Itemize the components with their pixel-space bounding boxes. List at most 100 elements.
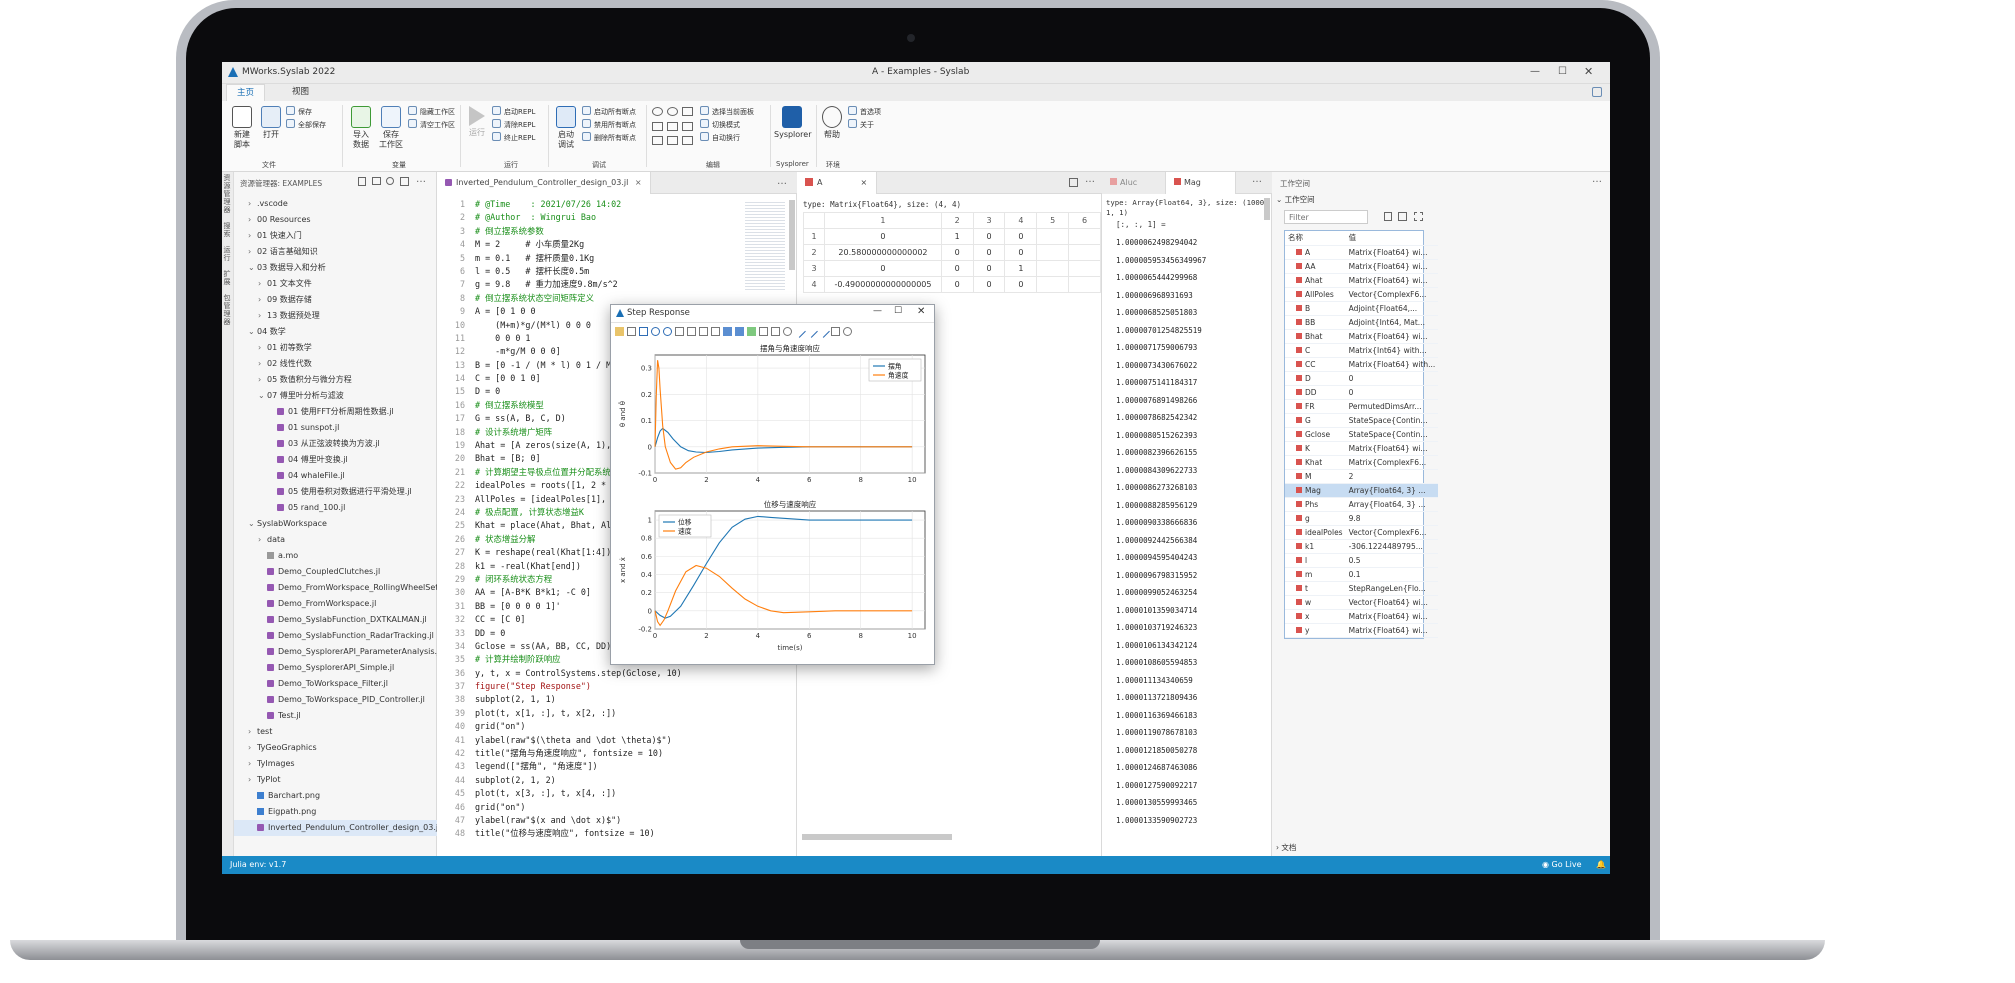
code-line[interactable]: 47 ylabel(raw"$(x and \dot x)$") [437, 814, 737, 827]
matrix-cell[interactable]: 0 [972, 228, 1006, 245]
clear-workspace-item[interactable]: 清空工作区 [408, 119, 455, 131]
chevron-icon[interactable]: › [248, 244, 257, 260]
code-line[interactable]: 42 title("摆角与角速度响应", fontsize = 10) [437, 747, 737, 760]
chevron-icon[interactable]: ⌄ [248, 260, 257, 276]
matrix-cell[interactable]: 1 [940, 228, 974, 245]
notification-icon[interactable]: 🔔 [1596, 856, 1606, 874]
explorer-item[interactable]: › data [234, 532, 437, 548]
insert-line-icon[interactable] [793, 325, 806, 338]
explorer-item[interactable]: Demo_SyslabFunction_RadarTracking.jl [234, 628, 437, 644]
explorer-item[interactable]: › 01 文本文件 [234, 276, 437, 292]
import-data-button[interactable]: 导入 数据 [348, 106, 374, 150]
matrix-cell[interactable]: 20.580000000000002 [824, 244, 942, 261]
matrix-cell[interactable] [1068, 228, 1101, 245]
split-editor-icon[interactable] [1069, 178, 1078, 187]
workspace-row[interactable]: idealPoles Vector{ComplexF6... [1285, 525, 1439, 540]
chevron-icon[interactable]: › [248, 724, 257, 740]
select-icon[interactable] [831, 327, 840, 336]
explorer-item[interactable]: › .vscode [234, 196, 437, 212]
new-file-icon[interactable] [358, 177, 366, 186]
chevron-icon[interactable]: › [258, 372, 267, 388]
workspace-row[interactable]: A Matrix{Float64} wi... [1285, 245, 1439, 260]
chevron-icon[interactable]: › [248, 772, 257, 788]
format-icon[interactable] [682, 136, 693, 146]
grid-toggle-icon[interactable] [723, 327, 732, 336]
chevron-icon[interactable]: › [248, 212, 257, 228]
workspace-row[interactable]: G StateSpace{Contin... [1285, 413, 1439, 428]
find-icon[interactable] [652, 136, 663, 146]
matrix-cell[interactable]: 0 [824, 228, 942, 245]
explorer-item[interactable]: Demo_FromWorkspace.jl [234, 596, 437, 612]
explorer-item[interactable]: ⌄ 07 傅里叶分析与滤波 [234, 388, 437, 404]
explorer-item[interactable]: 03 从正弦波转换为方波.jl [234, 436, 437, 452]
open-button[interactable]: 打开 [258, 106, 284, 140]
code-line[interactable]: 7 g = 9.8 # 重力加速度9.8m/s^2 [437, 278, 737, 291]
explorer-item[interactable]: › 01 初等数学 [234, 340, 437, 356]
matrix-cell[interactable]: 0 [972, 244, 1006, 261]
explorer-item[interactable]: 05 使用卷积对数据进行平滑处理.jl [234, 484, 437, 500]
code-line[interactable]: 37 figure("Step Response") [437, 680, 737, 693]
figure-close-icon[interactable]: ✕ [917, 306, 925, 317]
column-header[interactable]: 6 [1068, 212, 1101, 229]
workspace-row[interactable]: g 9.8 [1285, 511, 1439, 526]
explorer-item[interactable]: › 09 数据存储 [234, 292, 437, 308]
activity-explorer[interactable]: 资源管理器 [222, 174, 232, 214]
column-header[interactable]: 5 [1036, 212, 1070, 229]
insert-ellipse-icon[interactable] [783, 327, 792, 336]
code-line[interactable]: 41 ylabel(raw"$(\theta and \dot \theta)$"… [437, 734, 737, 747]
disable-breakpoints-item[interactable]: 禁用所有断点 [582, 119, 636, 131]
matrix-cell[interactable] [1068, 276, 1101, 293]
explorer-item[interactable]: › TyGeoGraphics [234, 740, 437, 756]
close-icon[interactable]: ✕ [1584, 65, 1593, 78]
forward-icon[interactable] [687, 327, 696, 336]
explorer-item[interactable]: Barchart.png [234, 788, 437, 804]
matrix-cell[interactable]: 0 [972, 260, 1006, 277]
chevron-icon[interactable]: › [248, 196, 257, 212]
chevron-icon[interactable]: › [258, 276, 267, 292]
insert-arrow-icon[interactable] [805, 325, 818, 338]
code-line[interactable]: 40 grid("on") [437, 720, 737, 733]
matrix-cell[interactable] [1036, 228, 1070, 245]
bookmark-icon[interactable] [682, 107, 693, 116]
go-live-button[interactable]: ◉ Go Live [1542, 856, 1582, 874]
redo-icon[interactable] [667, 107, 678, 116]
chevron-icon[interactable]: › [248, 228, 257, 244]
code-line[interactable]: 5 m = 0.1 # 摆杆质量0.1Kg [437, 252, 737, 265]
julia-env-status[interactable]: Julia env: v1.7 [230, 856, 286, 874]
brush-icon[interactable] [711, 327, 720, 336]
explorer-item[interactable]: Eigpath.png [234, 804, 437, 820]
chevron-icon[interactable]: › [258, 292, 267, 308]
matrix-cell[interactable] [1036, 276, 1070, 293]
matrix-cell[interactable]: 0 [940, 276, 974, 293]
tab-aluc[interactable]: Aluc [1102, 172, 1166, 194]
explorer-item[interactable]: Demo_SysplorerAPI_ParameterAnalysis.jl [234, 644, 437, 660]
matrix-cell[interactable]: 0 [1004, 276, 1038, 293]
explorer-item[interactable]: › 00 Resources [234, 212, 437, 228]
matrix-cell[interactable] [1036, 244, 1070, 261]
indent-icon[interactable] [682, 121, 693, 131]
code-line[interactable]: 44 subplot(2, 1, 2) [437, 774, 737, 787]
sysplorer-button[interactable]: Sysplorer [774, 106, 812, 140]
editor-more-icon[interactable]: … [777, 176, 787, 187]
about-item[interactable]: 关于 [848, 119, 874, 131]
back-icon[interactable] [675, 327, 684, 336]
workspace-row[interactable]: w Vector{Float64} wi... [1285, 595, 1439, 610]
viewer-tab-a[interactable]: A × [797, 172, 877, 194]
viewer-more-icon[interactable]: … [1085, 174, 1095, 185]
explorer-item[interactable]: 04 whaleFile.jl [234, 468, 437, 484]
workspace-row[interactable]: Khat Matrix{ComplexF6... [1285, 455, 1439, 470]
save-workspace-button[interactable]: 保存 工作区 [378, 106, 404, 150]
stop-repl-item[interactable]: 终止REPL [492, 132, 535, 144]
new-script-button[interactable]: 新建 脚本 [228, 106, 256, 150]
matrix-cell[interactable]: 0 [824, 260, 942, 277]
copy-figure-icon[interactable] [627, 327, 636, 336]
explorer-item[interactable]: Demo_FromWorkspace_RollingWheelSetPullin… [234, 580, 437, 596]
word-wrap-item[interactable]: 自动换行 [700, 132, 740, 144]
new-folder-icon[interactable] [372, 177, 381, 185]
zoom-out-icon[interactable] [663, 327, 672, 336]
zoom-in-icon[interactable] [651, 327, 660, 336]
workspace-row[interactable]: Gclose StateSpace{Contin... [1285, 427, 1439, 442]
save-item[interactable]: 保存 [286, 106, 312, 118]
workspace-row[interactable]: m 0.1 [1285, 567, 1439, 582]
column-header[interactable]: 3 [972, 212, 1006, 229]
